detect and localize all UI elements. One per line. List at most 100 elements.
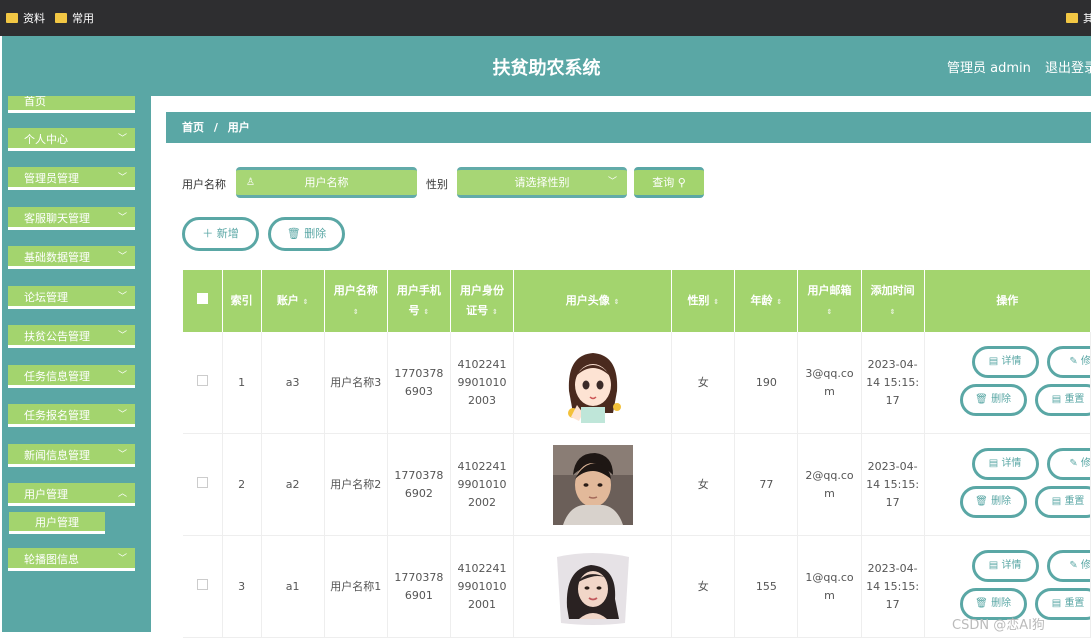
- bookmarks-bar: 资料 常用 其: [0, 0, 1091, 36]
- delete-button[interactable]: 🗑 删除: [959, 486, 1027, 518]
- query-button[interactable]: 查询 ⚲: [634, 167, 704, 198]
- cell-gender: 女: [671, 433, 736, 536]
- chevron-down-icon: ﹀: [607, 177, 617, 187]
- header-phone[interactable]: 用户手机号 ⇕: [387, 270, 451, 332]
- bookmark-item[interactable]: 其: [1066, 10, 1091, 26]
- sidebar-subitem-users[interactable]: 用户管理: [9, 512, 105, 534]
- sidebar-item-carousel[interactable]: 轮播图信息 ﹀: [8, 548, 135, 571]
- avatar-image: [552, 546, 633, 627]
- sort-icon[interactable]: ⇕: [890, 308, 896, 316]
- bookmark-item[interactable]: 资料: [6, 10, 45, 26]
- table-row: 1 a3 用户名称3 17703786903 41022419901010200…: [183, 332, 1091, 434]
- app-header: 扶贫助农系统 管理员 admin 退出登录: [2, 36, 1091, 96]
- header-gender[interactable]: 性别 ⇕: [671, 270, 736, 332]
- header-idcard[interactable]: 用户身份证号 ⇕: [450, 270, 515, 332]
- header-age[interactable]: 年龄 ⇕: [734, 270, 799, 332]
- chevron-up-icon: ︿: [117, 489, 127, 499]
- chevron-down-icon: ﹀: [117, 292, 127, 302]
- sort-icon[interactable]: ⇕: [713, 298, 719, 306]
- row-select-cell[interactable]: [183, 332, 223, 434]
- sidebar-item-profile[interactable]: 个人中心 ﹀: [8, 128, 135, 151]
- header-avatar[interactable]: 用户头像 ⇕: [513, 270, 673, 332]
- cell-account: a2: [261, 433, 325, 536]
- gender-select[interactable]: 请选择性别 ﹀: [457, 167, 627, 198]
- detail-button[interactable]: ▤ 详情: [971, 346, 1039, 378]
- detail-button[interactable]: ▤ 详情: [971, 550, 1039, 582]
- sidebar-item-chat[interactable]: 客服聊天管理 ﹀: [8, 207, 135, 230]
- row-select-cell[interactable]: [183, 433, 223, 536]
- sort-icon[interactable]: ⇕: [423, 308, 429, 316]
- header-name[interactable]: 用户名称 ⇕: [324, 270, 388, 332]
- breadcrumb-home[interactable]: 首页: [182, 121, 204, 134]
- sidebar-item-tasks[interactable]: 任务信息管理 ﹀: [8, 365, 135, 388]
- chevron-down-icon: ﹀: [117, 410, 127, 420]
- cell-avatar: [513, 433, 673, 536]
- sidebar-item-forum[interactable]: 论坛管理 ﹀: [8, 286, 135, 309]
- sidebar-item-basedata[interactable]: 基础数据管理 ﹀: [8, 246, 135, 269]
- pencil-icon: ✎: [1069, 560, 1078, 571]
- breadcrumb-current: 用户: [227, 121, 250, 134]
- header-time[interactable]: 添加时间 ⇕: [861, 270, 925, 332]
- chevron-down-icon: ﹀: [117, 331, 127, 341]
- detail-button[interactable]: ▤ 详情: [971, 448, 1039, 480]
- reset-button[interactable]: ▤ 重置: [1034, 384, 1090, 416]
- folder-icon: [6, 13, 18, 23]
- table-header-row: 索引 账户 ⇕ 用户名称 ⇕ 用户手机号 ⇕ 用户身份证号 ⇕ 用户头像 ⇕ 性别…: [183, 270, 1091, 332]
- cell-idcard: 410224199010102002: [450, 433, 515, 536]
- avatar-image: [552, 444, 633, 525]
- breadcrumb-separator: /: [213, 121, 218, 134]
- cell-email: 2@qq.com: [797, 433, 862, 536]
- header-account[interactable]: 账户 ⇕: [261, 270, 325, 332]
- sort-icon[interactable]: ⇕: [614, 298, 620, 306]
- sidebar-item-signup[interactable]: 任务报名管理 ﹀: [8, 404, 135, 427]
- folder-icon: [55, 13, 67, 23]
- cell-index: 2: [222, 433, 262, 536]
- reset-button[interactable]: ▤ 重置: [1034, 486, 1090, 518]
- cell-avatar: [513, 535, 673, 638]
- bookmark-item[interactable]: 常用: [55, 10, 94, 26]
- row-checkbox[interactable]: [196, 374, 208, 386]
- sidebar: 首页 个人中心 ﹀ 管理员管理 ﹀ 客服聊天管理 ﹀ 基础数据管理 ﹀ 论坛管理 ﹀ 扶贫…: [2, 96, 151, 632]
- cell-idcard: 410224199010102003: [450, 332, 515, 434]
- document-icon: ▤: [988, 560, 999, 571]
- cell-gender: 女: [671, 535, 736, 638]
- sidebar-item-home[interactable]: 首页: [8, 96, 135, 113]
- chevron-down-icon: ﹀: [117, 554, 127, 564]
- sidebar-item-notice[interactable]: 扶贫公告管理 ﹀: [8, 325, 135, 348]
- row-checkbox[interactable]: [196, 476, 208, 488]
- user-icon: ♙: [246, 177, 255, 188]
- edit-button[interactable]: ✎ 修: [1046, 448, 1090, 480]
- sidebar-item-users[interactable]: 用户管理 ︿: [8, 483, 135, 506]
- header-email[interactable]: 用户邮箱 ⇕: [797, 270, 862, 332]
- sort-icon[interactable]: ⇕: [492, 308, 498, 316]
- edit-button[interactable]: ✎ 修: [1046, 550, 1090, 582]
- edit-button[interactable]: ✎ 修: [1046, 346, 1090, 378]
- gender-label: 性别: [426, 178, 448, 191]
- gender-placeholder: 请选择性别: [514, 176, 570, 189]
- cell-age: 155: [734, 535, 799, 638]
- select-all-checkbox[interactable]: [196, 293, 208, 304]
- sidebar-item-news[interactable]: 新闻信息管理 ﹀: [8, 444, 135, 467]
- sidebar-item-admins[interactable]: 管理员管理 ﹀: [8, 167, 135, 190]
- sort-icon[interactable]: ⇕: [776, 298, 782, 306]
- row-checkbox[interactable]: [196, 578, 208, 590]
- row-select-cell[interactable]: [183, 535, 223, 638]
- name-search-input[interactable]: ♙ 用户名称: [236, 167, 417, 198]
- name-label: 用户名称: [182, 178, 226, 191]
- sort-icon[interactable]: ⇕: [303, 298, 309, 306]
- logout-link[interactable]: 退出登录: [1045, 57, 1091, 76]
- cell-name: 用户名称3: [324, 332, 388, 434]
- batch-delete-button[interactable]: 🗑 删除: [268, 217, 345, 251]
- document-icon: ▤: [1051, 496, 1062, 507]
- document-icon: ▤: [1051, 394, 1062, 405]
- add-button[interactable]: ＋ 新增: [182, 217, 259, 251]
- header-index: 索引: [222, 270, 262, 332]
- folder-icon: [1066, 13, 1078, 23]
- cell-avatar: [513, 332, 673, 434]
- sort-icon[interactable]: ⇕: [827, 308, 833, 316]
- delete-button[interactable]: 🗑 删除: [959, 384, 1027, 416]
- select-all-cell[interactable]: [183, 270, 223, 332]
- sort-icon[interactable]: ⇕: [353, 308, 359, 316]
- cell-phone: 17703786902: [387, 433, 451, 536]
- users-table: 索引 账户 ⇕ 用户名称 ⇕ 用户手机号 ⇕ 用户身份证号 ⇕ 用户头像 ⇕ 性别…: [183, 270, 1091, 638]
